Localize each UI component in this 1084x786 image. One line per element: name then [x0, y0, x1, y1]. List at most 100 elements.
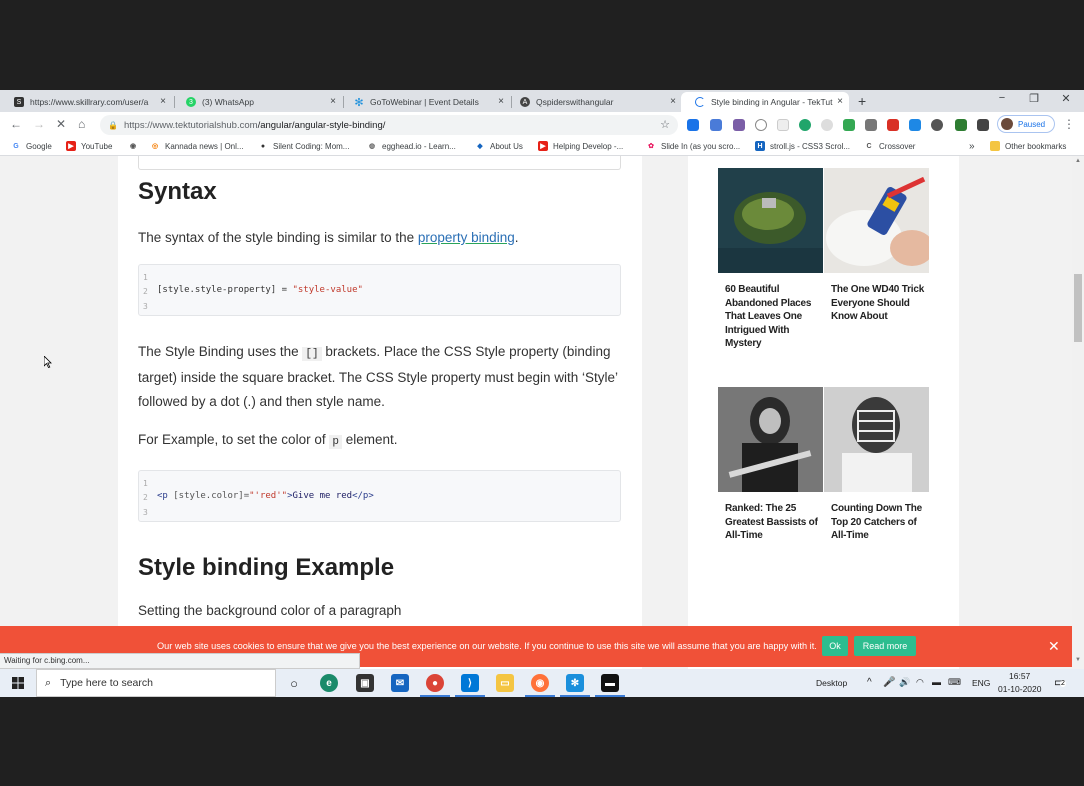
bookmark-youtube[interactable]: ▶ YouTube [66, 141, 112, 151]
other-bookmarks[interactable]: Other bookmarks [990, 141, 1066, 151]
drive-icon[interactable] [843, 119, 855, 131]
bookmarks-overflow-button[interactable]: » [969, 141, 975, 152]
bookmark-crossover[interactable]: C Crossover [864, 141, 915, 151]
chrome-icon[interactable]: ● [426, 674, 444, 692]
desktop-toolbar-label[interactable]: Desktop [816, 678, 847, 688]
tab-close-icon[interactable]: × [160, 96, 166, 107]
battery-icon[interactable]: ▬ [932, 677, 941, 687]
cortana-icon[interactable]: ○ [285, 674, 303, 692]
scroll-down-icon[interactable]: ▼ [1075, 657, 1081, 663]
tab-close-icon[interactable]: × [670, 96, 676, 107]
bookmark-slide-in[interactable]: ✿ Slide In (as you scro... [646, 141, 740, 151]
clock-date[interactable]: 01-10-2020 [998, 684, 1041, 694]
vscode-icon[interactable]: ⟩ [461, 674, 479, 692]
code-block[interactable]: 1 2 3 [style.style-property] = "style-va… [138, 264, 621, 316]
bookmark-about-us[interactable]: ◆ About Us [475, 141, 523, 151]
edge-icon[interactable]: e [320, 674, 338, 692]
catcher-image[interactable] [824, 387, 929, 492]
store-icon[interactable]: ▣ [356, 674, 374, 692]
forward-button[interactable]: → [33, 117, 45, 131]
tray-expand-icon[interactable]: ^ [867, 677, 872, 688]
bookmark-egghead[interactable]: ◍ egghead.io - Learn... [367, 141, 456, 151]
mouse-cursor-icon [44, 356, 52, 368]
extension-icon[interactable] [821, 119, 833, 131]
code-block[interactable]: 1 2 3 <p [style.color]="'red'">Give me r… [138, 470, 621, 522]
address-bar[interactable]: 🔒 https://www.tektutorialshub.com /angul… [100, 115, 678, 135]
card-caption[interactable]: 60 Beautiful Abandoned Places That Leave… [725, 283, 821, 351]
bookmark-google[interactable]: G Google [11, 141, 52, 151]
new-tab-button[interactable]: + [858, 93, 866, 109]
bookmark-helping-develop[interactable]: ▶ Helping Develop -... [538, 141, 623, 151]
globe-icon: ◉ [129, 143, 137, 150]
wifi-icon[interactable]: ◠ [916, 677, 924, 688]
extension-icon[interactable] [687, 119, 699, 131]
tab-gotowebinar[interactable]: ✻ GoToWebinar | Event Details × [340, 92, 510, 112]
bookmark-stroll[interactable]: Hstroll.js - CSS3 Scrol... [755, 141, 850, 151]
browser-window: S https://www.skillrary.com/user/a × 3 (… [0, 90, 1084, 697]
back-button[interactable]: ← [10, 117, 22, 131]
pen-icon[interactable] [887, 119, 899, 131]
heading-syntax: Syntax [138, 178, 217, 205]
puzzle-icon[interactable] [977, 119, 989, 131]
extension-icon[interactable] [710, 119, 722, 131]
microphone-icon[interactable]: 🎤 [883, 677, 895, 688]
line-number: 3 [143, 302, 148, 311]
bassist-image[interactable] [718, 387, 823, 492]
restore-button[interactable]: ❐ [1019, 92, 1049, 105]
inline-code: [] [302, 347, 322, 361]
tab-close-icon[interactable]: × [498, 96, 504, 107]
grammarly-icon[interactable] [799, 119, 811, 131]
extension-icon[interactable] [955, 119, 967, 131]
bookmark-kannada-news[interactable]: ◎ Kannada news | Onl... [150, 141, 244, 151]
extension-icon[interactable] [755, 119, 767, 131]
loading-spinner-icon [695, 97, 705, 107]
language-indicator[interactable]: ENG [972, 678, 990, 688]
home-button[interactable]: ⌂ [78, 117, 85, 131]
close-icon[interactable]: ✕ [1048, 638, 1060, 655]
tab-close-icon[interactable]: × [837, 96, 843, 107]
gotowebinar-icon[interactable]: ✻ [566, 674, 584, 692]
cookie-read-more-button[interactable]: Read more [854, 636, 916, 656]
card-caption[interactable]: Ranked: The 25 Greatest Bassists of All-… [725, 502, 821, 543]
tab-qspiders[interactable]: A Qspiderswithangular × [506, 92, 682, 112]
firefox-icon[interactable]: ◉ [531, 674, 549, 692]
notification-center-icon[interactable]: ▭ 2 [1054, 675, 1068, 689]
camera-icon[interactable] [865, 119, 877, 131]
tab-close-icon[interactable]: × [330, 96, 336, 107]
cookie-ok-button[interactable]: Ok [822, 636, 848, 656]
island-image[interactable] [718, 168, 823, 273]
stop-button[interactable]: ✕ [56, 117, 66, 131]
egghead-icon: ◍ [368, 143, 376, 150]
close-window-button[interactable]: ✕ [1051, 92, 1081, 105]
tab-skillrary[interactable]: S https://www.skillrary.com/user/a × [0, 92, 172, 112]
file-explorer-icon[interactable]: ▭ [496, 674, 514, 692]
tab-style-binding[interactable]: Style binding in Angular - TekTut × [681, 92, 849, 112]
tab-whatsapp[interactable]: 3 (3) WhatsApp × [172, 92, 342, 112]
extension-icon[interactable] [777, 119, 789, 131]
extension-icon[interactable] [733, 119, 745, 131]
property-binding-link[interactable]: property binding [418, 230, 515, 245]
bookmark-unnamed[interactable]: ◉ [128, 141, 143, 151]
wd40-image[interactable] [824, 168, 929, 273]
terminal-icon[interactable]: ▬ [601, 674, 619, 692]
card-caption[interactable]: The One WD40 Trick Everyone Should Know … [831, 283, 927, 324]
scroll-thumb[interactable] [1074, 274, 1082, 342]
scroll-up-icon[interactable]: ▲ [1075, 158, 1081, 164]
clock-time[interactable]: 16:57 [1009, 671, 1030, 681]
menu-icon[interactable]: ⋮ [1063, 117, 1075, 131]
profile-button[interactable]: Paused [997, 115, 1055, 133]
mail-icon[interactable]: ✉ [391, 674, 409, 692]
minimize-button[interactable]: − [987, 92, 1017, 104]
taskbar-search[interactable]: ⌕ Type here to search [36, 669, 276, 697]
bookmark-silent-coding[interactable]: ● Silent Coding: Mom... [258, 141, 350, 151]
gear-icon[interactable] [931, 119, 943, 131]
page-scrollbar[interactable]: ▲ ▼ [1072, 156, 1084, 669]
card-caption[interactable]: Counting Down The Top 20 Catchers of All… [831, 502, 927, 543]
windows-start-icon[interactable] [12, 677, 24, 689]
bookmark-star-icon[interactable]: ☆ [660, 118, 670, 131]
active-app-indicator [420, 695, 450, 697]
extension-icon[interactable] [909, 119, 921, 131]
bookmark-label: Silent Coding: Mom... [273, 141, 350, 151]
keyboard-icon[interactable]: ⌨ [948, 677, 961, 688]
volume-icon[interactable]: 🔊 [899, 677, 910, 688]
